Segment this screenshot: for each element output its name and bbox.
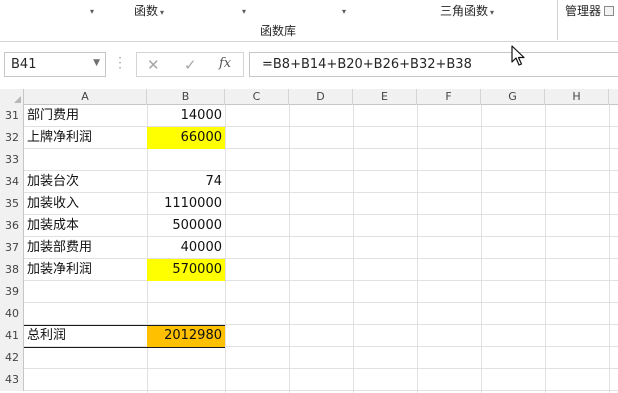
formula-input[interactable]: =B8+B14+B20+B26+B32+B38 [249, 52, 618, 77]
worksheet-grid[interactable]: A B C D E F G H 31 部门费用 14000 32 上牌净利润 6… [0, 89, 618, 393]
ribbon: ▾ 函数 ▾ ▾ ▾ 三角函数 ▾ 管理器 函数库 [0, 0, 618, 42]
column-header-d[interactable]: D [289, 89, 353, 105]
table-row: 34 加装台次 74 [0, 171, 618, 193]
ribbon-separator [557, 0, 558, 40]
mouse-pointer-icon [511, 45, 525, 66]
table-row: 39 [0, 281, 618, 303]
formula-bar-area: B41 ▼ · · · ✕ ✓ fx =B8+B14+B20+B26+B32+B38 [0, 42, 618, 89]
ribbon-function-label: 函数 [134, 4, 159, 18]
row-header[interactable]: 35 [0, 193, 24, 215]
table-row: 43 [0, 369, 618, 391]
row-header[interactable]: 31 [0, 105, 24, 127]
cell-b[interactable]: 500000 [147, 215, 225, 237]
cell-b[interactable] [147, 303, 225, 325]
column-header-e[interactable]: E [353, 89, 417, 105]
row-header[interactable]: 34 [0, 171, 24, 193]
cell-b[interactable] [147, 347, 225, 369]
table-row: 40 [0, 303, 618, 325]
formula-buttons: ✕ ✓ fx [136, 52, 244, 77]
ribbon-name-manager-button[interactable]: 管理器 [565, 2, 615, 19]
ribbon-trig-button[interactable]: 三角函数 ▾ [440, 2, 494, 19]
cell-a[interactable]: 上牌净利润 [24, 127, 147, 149]
column-header-g[interactable]: G [481, 89, 545, 105]
cell-b[interactable] [147, 369, 225, 391]
cell-a[interactable]: 加装净利润 [24, 259, 147, 281]
name-box[interactable]: B41 ▼ [4, 52, 106, 77]
table-row: 38 加装净利润 570000 [0, 259, 618, 281]
cell-a[interactable] [24, 347, 147, 369]
name-manager-icon [604, 6, 615, 16]
table-row: 33 [0, 149, 618, 171]
enter-icon[interactable]: ✓ [184, 56, 197, 74]
cell-a[interactable]: 加装部费用 [24, 237, 147, 259]
formula-text: =B8+B14+B20+B26+B32+B38 [262, 57, 472, 72]
ribbon-function-button[interactable]: 函数 ▾ [134, 2, 164, 19]
cell-b-highlight[interactable]: 570000 [147, 259, 225, 281]
row-header[interactable]: 37 [0, 237, 24, 259]
cell-b[interactable]: 74 [147, 171, 225, 193]
select-all-corner[interactable] [0, 89, 24, 105]
row-header[interactable]: 43 [0, 369, 24, 391]
table-row: 35 加装收入 1110000 [0, 193, 618, 215]
row-header[interactable]: 40 [0, 303, 24, 325]
cell-b[interactable]: 40000 [147, 237, 225, 259]
row-header[interactable]: 42 [0, 347, 24, 369]
ribbon-manager-label: 管理器 [565, 4, 602, 18]
row-header[interactable]: 41 [0, 325, 24, 347]
table-row: 42 [0, 347, 618, 369]
cell-a[interactable]: 部门费用 [24, 105, 147, 127]
cell-a[interactable] [24, 281, 147, 303]
ribbon-group-label: 函数库 [260, 24, 297, 38]
insert-function-icon[interactable]: fx [219, 56, 231, 71]
name-box-value: B41 [11, 57, 37, 72]
column-header-h[interactable]: H [545, 89, 609, 105]
cell-a[interactable]: 加装成本 [24, 215, 147, 237]
row-header[interactable]: 39 [0, 281, 24, 303]
chevron-down-icon[interactable]: ▼ [93, 58, 100, 68]
cell-a[interactable] [24, 149, 147, 171]
cell-b[interactable]: 1110000 [147, 193, 225, 215]
row-header[interactable]: 32 [0, 127, 24, 149]
cancel-icon[interactable]: ✕ [147, 56, 160, 74]
ribbon-dropdown-2[interactable]: ▾ [240, 3, 246, 17]
cell-b[interactable]: 14000 [147, 105, 225, 127]
column-header-bar: A B C D E F G H [0, 89, 618, 105]
column-header-c[interactable]: C [225, 89, 289, 105]
row-header[interactable]: 36 [0, 215, 24, 237]
ribbon-dropdown-3[interactable]: ▾ [340, 3, 346, 17]
row-header[interactable]: 33 [0, 149, 24, 171]
table-row: 32 上牌净利润 66000 [0, 127, 618, 149]
column-header-f[interactable]: F [417, 89, 481, 105]
total-row-border [24, 325, 225, 348]
cell-a[interactable]: 加装收入 [24, 193, 147, 215]
cell-a[interactable] [24, 303, 147, 325]
cell-b-highlight[interactable]: 66000 [147, 127, 225, 149]
cell-a[interactable] [24, 369, 147, 391]
table-row: 36 加装成本 500000 [0, 215, 618, 237]
row-header[interactable]: 38 [0, 259, 24, 281]
cell-a[interactable]: 加装台次 [24, 171, 147, 193]
cell-b[interactable] [147, 149, 225, 171]
ribbon-trig-label: 三角函数 [440, 4, 489, 18]
ribbon-dropdown-1[interactable]: ▾ [88, 3, 94, 17]
column-header-b[interactable]: B [147, 89, 225, 105]
table-row: 31 部门费用 14000 [0, 105, 618, 127]
table-row: 37 加装部费用 40000 [0, 237, 618, 259]
vertical-dots-icon[interactable]: · · · [117, 52, 123, 74]
cell-b[interactable] [147, 281, 225, 303]
column-header-a[interactable]: A [24, 89, 147, 105]
